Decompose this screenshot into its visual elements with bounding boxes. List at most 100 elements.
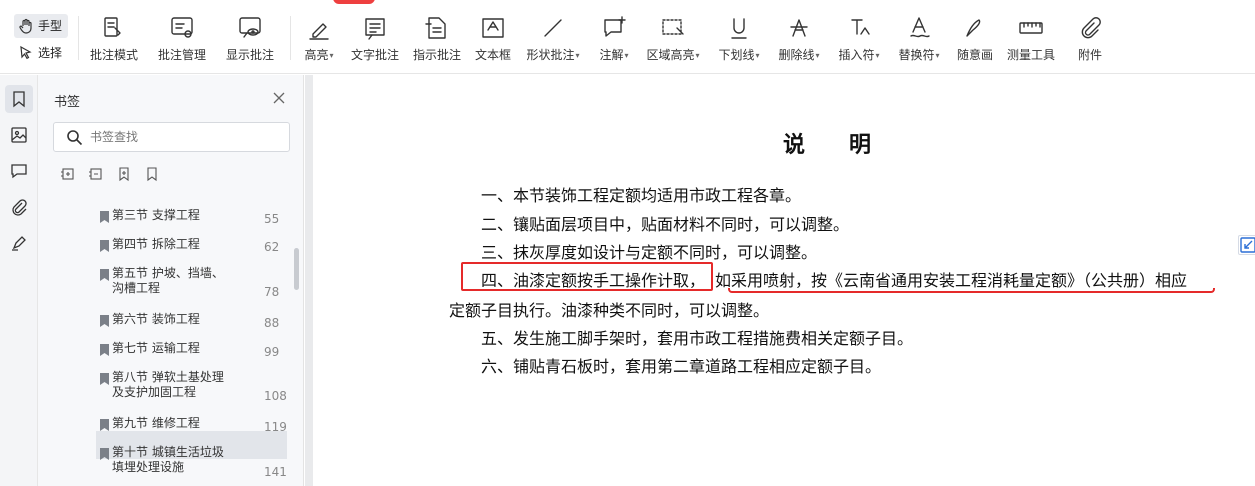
signature-panel-button[interactable] bbox=[5, 229, 33, 257]
bookmark-flag-icon bbox=[100, 211, 109, 223]
bookmark-search-box[interactable] bbox=[53, 122, 290, 152]
annotation-mode-label-text: 批注模式 bbox=[90, 48, 139, 62]
hand-tool-label: 手型 bbox=[38, 19, 63, 33]
show-annotations-label-text: 显示批注 bbox=[226, 48, 275, 62]
annotation-manage-label-text: 批注管理 bbox=[158, 48, 207, 62]
bookmark-item[interactable]: 第十节 城镇生活垃圾 填埋处理设施 bbox=[96, 445, 286, 479]
bookmark-item[interactable]: 第九节 维修工程 bbox=[96, 416, 286, 436]
bookmark-page-number: 108 bbox=[264, 389, 287, 403]
document-line: 六、铺贴青石板时，套用第二章道路工程相应定额子目。 bbox=[481, 357, 882, 376]
bookmark-page-number: 78 bbox=[264, 285, 280, 299]
add-bookmark-icon bbox=[119, 167, 129, 182]
replace-caret-label: 替换符▾ bbox=[899, 46, 940, 63]
red-underline-annotation[interactable] bbox=[728, 288, 1215, 293]
floating-tool-button[interactable] bbox=[1238, 235, 1255, 255]
gear-comment-icon bbox=[168, 14, 196, 42]
replace-text-icon bbox=[905, 14, 933, 42]
bookmark-item[interactable]: 第五节 护坡、挡墙、 沟槽工程 bbox=[96, 266, 286, 300]
annotation-toolbar: 手型 选择 批注模式 批注管理 显示批注 高亮▾ 文字批注 指示批注 文本框 形状批注▾ 注解▾… bbox=[0, 0, 1255, 74]
area-highlight-label: 区域高亮▾ bbox=[647, 46, 700, 63]
eye-comment-icon bbox=[236, 14, 264, 42]
bookmark-page-number: 88 bbox=[264, 316, 280, 330]
pointer-note-icon bbox=[423, 14, 451, 42]
bookmark-label-line: 第三节 支撑工程 bbox=[112, 208, 200, 222]
bookmark-flag-icon bbox=[100, 344, 109, 356]
freehand-draw-label-text: 随意画 bbox=[957, 48, 994, 62]
panel-title: 书签 bbox=[54, 95, 81, 110]
hand-icon bbox=[19, 18, 32, 34]
resize-arrow-icon bbox=[1240, 237, 1255, 253]
insert-text-icon bbox=[845, 14, 873, 42]
pdf-page: 说明 一、本节装饰工程定额均适用市政工程各章。 二、镶贴面层项目中，贴面材料不同… bbox=[313, 75, 1255, 486]
bookmark-label-line: 第八节 弹软土基处理 bbox=[112, 370, 224, 384]
bookmark-label: 第十节 城镇生活垃圾 填埋处理设施 bbox=[112, 445, 224, 475]
bookmark-label: 第四节 拆除工程 bbox=[112, 237, 200, 252]
chevron-down-icon: ▾ bbox=[329, 51, 334, 60]
bookmark-item[interactable]: 第七节 运输工程 bbox=[96, 341, 286, 361]
bookmark-page-number: 99 bbox=[264, 345, 280, 359]
show-annotations-label: 显示批注 bbox=[226, 46, 274, 63]
attachment-button[interactable]: 附件 bbox=[1050, 0, 1130, 74]
measure-tool-label: 测量工具 bbox=[1007, 46, 1055, 63]
bookmark-outline-icon bbox=[147, 167, 157, 182]
bookmark-label: 第五节 护坡、挡墙、 沟槽工程 bbox=[112, 266, 224, 296]
area-highlight-icon bbox=[659, 14, 687, 42]
thumbnail-panel-button[interactable] bbox=[5, 121, 33, 149]
bookmark-label-line: 第四节 拆除工程 bbox=[112, 237, 200, 251]
document-line: 一、本节装饰工程定额均适用市政工程各章。 bbox=[481, 186, 802, 205]
bookmark-item[interactable]: 第六节 装饰工程 bbox=[96, 312, 286, 332]
insert-caret-label-text: 插入符 bbox=[838, 48, 875, 62]
collapse-all-icon bbox=[89, 168, 102, 180]
show-annotations-button[interactable]: 显示批注 bbox=[210, 0, 290, 74]
hand-tool-button[interactable]: 手型 bbox=[18, 17, 62, 34]
add-bookmark-button[interactable] bbox=[116, 166, 134, 184]
close-icon[interactable] bbox=[270, 89, 288, 107]
underline-icon bbox=[725, 14, 753, 42]
red-rectangle-annotation[interactable] bbox=[461, 262, 713, 291]
bookmark-panel-button[interactable] bbox=[5, 85, 33, 113]
ruler-icon bbox=[1017, 14, 1045, 42]
collapse-all-button[interactable] bbox=[88, 166, 106, 184]
annotation-mode-label: 批注模式 bbox=[90, 46, 138, 63]
shape-annotation-label: 形状批注▾ bbox=[527, 46, 580, 63]
bookmark-flag-icon bbox=[100, 269, 109, 281]
strikethrough-label: 删除线▾ bbox=[779, 46, 820, 63]
comments-panel-button[interactable] bbox=[5, 157, 33, 185]
highlighter-icon bbox=[305, 14, 333, 42]
cursor-arrow-icon bbox=[20, 45, 32, 59]
search-icon bbox=[67, 130, 83, 146]
note-label: 注解▾ bbox=[600, 46, 629, 63]
bookmark-flag-icon bbox=[100, 373, 109, 385]
bookmark-list-scrollbar[interactable] bbox=[294, 248, 299, 290]
expand-all-button[interactable] bbox=[60, 166, 78, 184]
bookmark-search-input[interactable] bbox=[90, 127, 280, 147]
paperclip-icon bbox=[12, 199, 27, 216]
attachments-panel-button[interactable] bbox=[5, 193, 33, 221]
document-line: 三、抹灰厚度如设计与定额不同时，可以调整。 bbox=[481, 243, 818, 262]
bookmark-item[interactable]: 第八节 弹软土基处理 及支护加固工程 bbox=[96, 370, 286, 404]
bookmark-item[interactable]: 第四节 拆除工程 bbox=[96, 237, 286, 257]
bookmark-page-number: 141 bbox=[264, 465, 287, 479]
add-comment-icon bbox=[600, 14, 628, 42]
bookmark-item[interactable]: 第三节 支撑工程 bbox=[96, 208, 286, 228]
document-viewer: 说明 一、本节装饰工程定额均适用市政工程各章。 二、镶贴面层项目中，贴面材料不同… bbox=[305, 75, 1255, 486]
bookmark-options-button[interactable] bbox=[144, 166, 162, 184]
bookmark-flag-icon bbox=[100, 448, 109, 460]
bookmark-page-number: 62 bbox=[264, 240, 280, 254]
text-annotation-label: 文字批注 bbox=[351, 46, 399, 63]
line-shape-icon bbox=[539, 14, 567, 42]
select-tool-label: 选择 bbox=[38, 46, 63, 60]
underline-label: 下划线▾ bbox=[719, 46, 760, 63]
text-box-label-text: 文本框 bbox=[475, 48, 512, 62]
bookmark-label: 第六节 装饰工程 bbox=[112, 312, 200, 327]
highlight-label-text: 高亮 bbox=[304, 48, 329, 62]
select-tool-button[interactable]: 选择 bbox=[18, 44, 62, 61]
text-box-icon bbox=[479, 14, 507, 42]
bookmark-label-line: 及支护加固工程 bbox=[112, 385, 197, 399]
replace-caret-label-text: 替换符 bbox=[898, 48, 935, 62]
attachment-label-text: 附件 bbox=[1078, 48, 1103, 62]
document-line: 五、发生施工脚手架时，套用市政工程措施费相关定额子目。 bbox=[481, 329, 914, 348]
bookmark-label: 第九节 维修工程 bbox=[112, 416, 200, 431]
pen-sign-icon bbox=[12, 236, 26, 251]
bookmark-page-number: 119 bbox=[264, 420, 287, 434]
